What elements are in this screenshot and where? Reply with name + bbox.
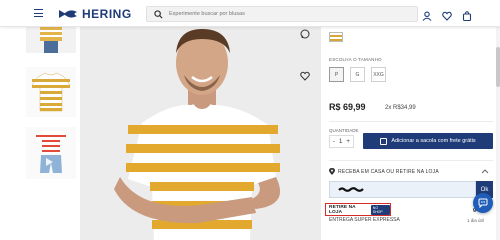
top-header: HERING [0,0,500,27]
thumbnail-model-crop[interactable] [26,27,76,53]
search-icon[interactable] [154,9,163,19]
brand-name: HERING [82,7,132,21]
quantity-decrease-button[interactable]: - [333,139,335,145]
user-icon[interactable] [422,8,432,21]
thumbnail-gallery [22,27,78,240]
redacted-zipcode [338,187,364,192]
wishlist-heart-icon[interactable] [442,8,452,21]
size-selector: P G XXG [329,67,386,82]
product-page: HERING Experimente buscar por blusas ESC… [0,0,500,240]
quantity-value: 1 [339,138,343,145]
thumbnail-striped-tshirt[interactable] [26,67,76,117]
product-main-image[interactable] [80,27,320,240]
divider [329,121,493,122]
quantity-stepper: - 1 + [329,135,354,148]
add-to-bag-button[interactable]: Adicionar a sacola com frete grátis [363,133,493,149]
installments-info: 2x R$34,99 [385,105,416,111]
express-delivery-label: ENTREGA SUPER EXPRESSA [329,217,400,223]
size-option-g[interactable]: G [350,67,365,82]
hamburger-menu-icon[interactable] [34,9,43,17]
pickup-badge: NO SHOP [370,204,390,215]
store-pickup-option[interactable]: RETIRE NA LOJA NO SHOP [325,203,391,216]
delivery-section-title[interactable]: RECEBA EM CASA OU RETIRE NA LOJA [329,168,439,175]
scrollbar-thumb[interactable] [496,47,500,87]
pickup-label: RETIRE NA LOJA [329,204,356,215]
bag-icon [380,137,388,145]
location-pin-icon [329,168,335,175]
whatsapp-share-icon[interactable] [300,29,310,39]
thumbnail-kids-outfit[interactable] [26,127,76,179]
quantity-label: QUANTIDADE [329,128,359,133]
chevron-up-icon[interactable] [481,168,489,174]
zipcode-input[interactable] [329,181,476,198]
express-delivery-time: 1 dia útil [467,218,484,223]
hering-fish-icon [59,10,77,18]
product-price: R$ 69,99 [329,102,366,112]
color-swatch-yellow-stripe[interactable] [329,32,343,42]
search-bar[interactable] [146,6,418,22]
size-label: ESCOLHA O TAMANHO [329,57,382,62]
scrollbar[interactable] [496,27,500,240]
shopping-bag-icon[interactable] [462,8,472,22]
quantity-increase-button[interactable]: + [346,139,350,145]
chat-button[interactable] [473,193,493,213]
product-details-panel: ESCOLHA O TAMANHO P G XXG R$ 69,99 2x R$… [320,27,500,240]
add-to-bag-label: Adicionar a sacola com frete grátis [391,138,476,144]
size-option-p[interactable]: P [329,67,344,82]
favorite-heart-icon[interactable] [300,71,310,81]
left-margin [0,27,22,240]
zipcode-form: Ok [329,181,493,198]
chat-bubble-icon [478,198,488,208]
search-input[interactable] [169,11,409,17]
divider [329,160,493,161]
delivery-title-text: RECEBA EM CASA OU RETIRE NA LOJA [338,168,439,175]
size-option-xxg[interactable]: XXG [371,67,386,82]
brand-logo[interactable]: HERING [58,7,132,21]
